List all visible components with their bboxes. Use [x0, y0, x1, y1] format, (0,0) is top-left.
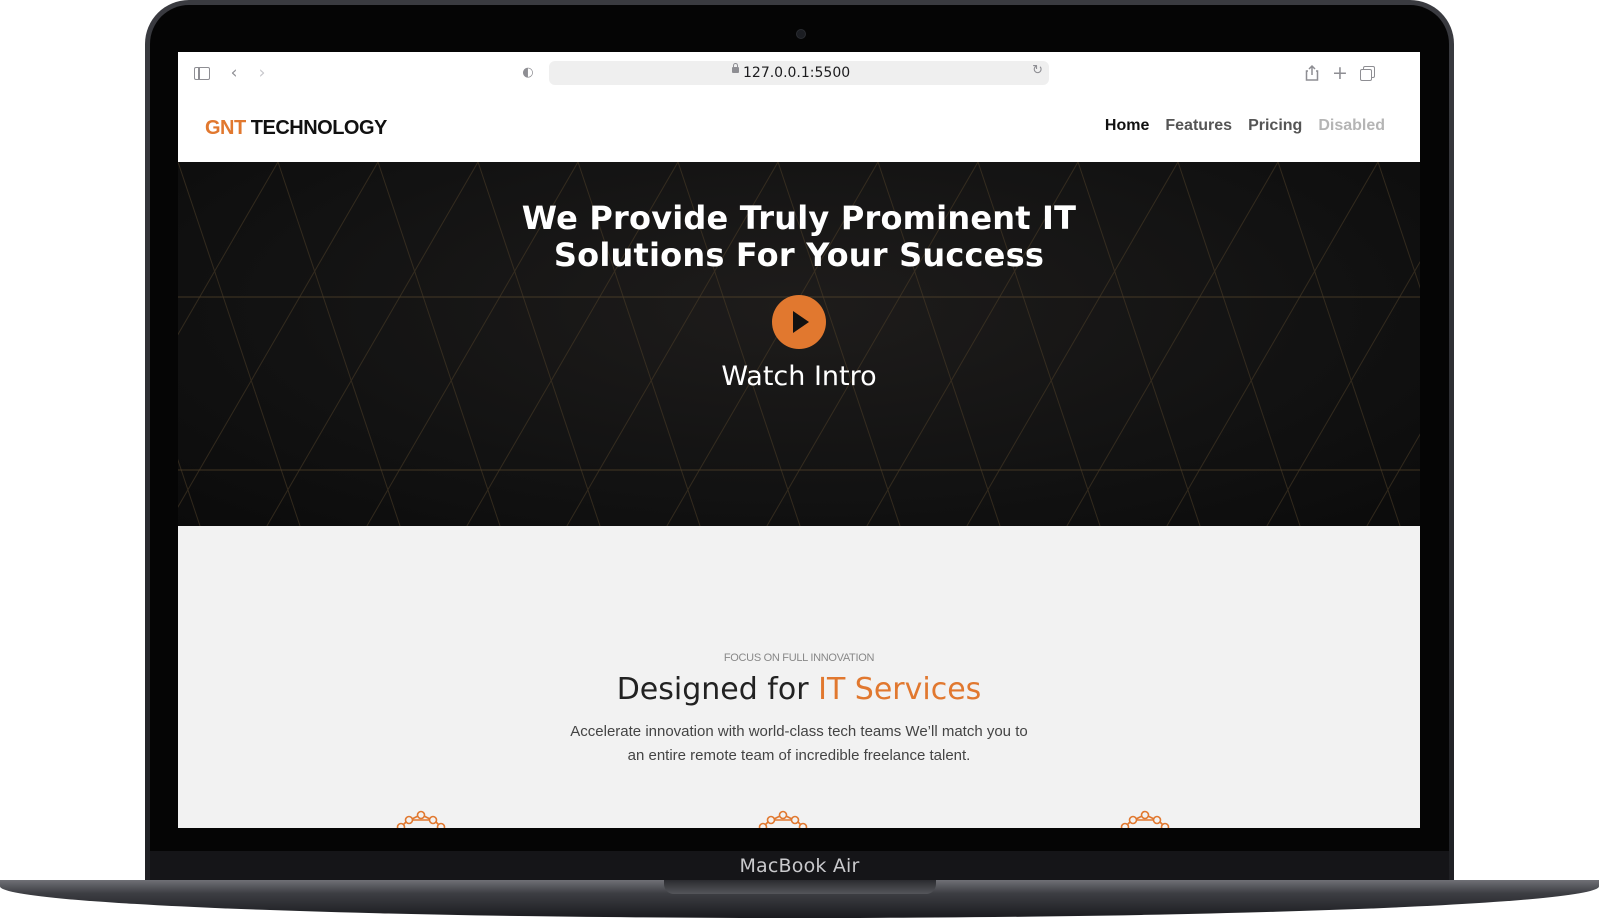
lock-icon: [732, 63, 739, 73]
hero-section: We Provide Truly Prominent IT Solutions …: [178, 162, 1420, 526]
network-icon: [1120, 810, 1170, 828]
share-icon[interactable]: [1302, 63, 1322, 83]
browser-screen: ‹ › ◐ 127.0.0.1:5500 ↻ + GNT TECHNOLOGY …: [178, 52, 1420, 828]
nav-link-disabled: Disabled: [1318, 117, 1385, 134]
device-label: MacBook Air: [739, 855, 860, 877]
hero-title: We Provide Truly Prominent IT Solutions …: [178, 200, 1420, 274]
section-description: Accelerate innovation with world-class t…: [539, 720, 1059, 768]
new-tab-icon[interactable]: +: [1330, 63, 1350, 83]
address-bar[interactable]: 127.0.0.1:5500 ↻: [549, 61, 1049, 85]
section-description-line-1: Accelerate innovation with world-class t…: [570, 723, 1028, 740]
laptop-notch: [664, 880, 936, 894]
nav-link-features[interactable]: Features: [1165, 117, 1232, 135]
browser-toolbar: ‹ › ◐ 127.0.0.1:5500 ↻ +: [178, 52, 1420, 95]
play-icon: [793, 311, 809, 333]
logo-text: TECHNOLOGY: [245, 117, 388, 139]
shield-icon[interactable]: ◐: [518, 63, 538, 83]
play-button[interactable]: [772, 295, 826, 349]
section-title: Designed for IT Services: [178, 672, 1420, 707]
nav-link-pricing[interactable]: Pricing: [1248, 117, 1302, 135]
watch-intro-label[interactable]: Watch Intro: [178, 361, 1420, 392]
forward-icon[interactable]: ›: [252, 63, 272, 83]
network-icon: [396, 810, 446, 828]
reload-icon[interactable]: ↻: [1032, 63, 1043, 78]
sidebar-icon[interactable]: [192, 63, 212, 83]
hero-title-line-2: Solutions For Your Success: [553, 236, 1045, 274]
tabs-overview-icon[interactable]: [1358, 63, 1378, 83]
site-navbar: GNT TECHNOLOGY Home Features Pricing Dis…: [178, 95, 1420, 162]
url-text: 127.0.0.1:5500: [743, 65, 851, 81]
section-title-accent: IT Services: [818, 672, 982, 707]
nav-link-home[interactable]: Home: [1105, 117, 1149, 135]
section-title-plain: Designed for: [616, 672, 819, 707]
nav-links: Home Features Pricing Disabled: [1105, 117, 1385, 135]
network-icon: [758, 810, 808, 828]
section-description-line-2: an entire remote team of incredible free…: [627, 747, 971, 764]
features-section: FOCUS ON FULL INNOVATION Designed for IT…: [178, 526, 1420, 828]
back-icon[interactable]: ‹: [224, 63, 244, 83]
camera-icon: [796, 29, 806, 39]
section-eyebrow: FOCUS ON FULL INNOVATION: [723, 652, 875, 664]
site-logo[interactable]: GNT TECHNOLOGY: [205, 117, 387, 140]
hero-title-line-1: We Provide Truly Prominent IT: [521, 199, 1077, 237]
logo-accent: GNT: [205, 117, 246, 139]
